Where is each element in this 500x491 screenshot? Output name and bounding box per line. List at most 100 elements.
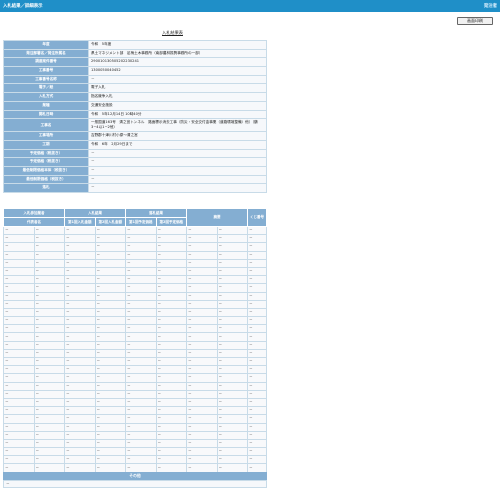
bid2-amount-header: 第2回入札金額 — [94, 217, 126, 227]
table-cell: － — [33, 389, 65, 399]
table-cell: － — [155, 250, 187, 260]
table-cell: － — [94, 242, 126, 252]
table-cell: － — [3, 258, 35, 268]
table-cell: － — [94, 348, 126, 359]
table-cell: － — [33, 438, 65, 449]
table-cell: － — [155, 234, 187, 244]
table-cell: － — [216, 422, 248, 432]
table-cell: － — [94, 316, 126, 326]
table-cell: － — [94, 283, 126, 293]
table-cell: － — [216, 356, 248, 367]
table-cell: － — [64, 438, 96, 449]
table-cell: － — [247, 422, 267, 432]
table-cell: － — [186, 414, 218, 424]
table-cell: － — [186, 406, 218, 416]
table-cell: － — [247, 275, 267, 285]
info-value: － — [88, 165, 267, 176]
table-cell: － — [186, 275, 218, 285]
table-cell: － — [186, 381, 218, 391]
table-cell: － — [94, 266, 126, 277]
table-cell: － — [3, 299, 35, 309]
info-value: 1300050040452 — [88, 66, 267, 76]
table-cell: － — [216, 234, 248, 244]
info-row: 最低制限価格（税抜き）－ — [3, 174, 267, 185]
table-cell: － — [186, 340, 218, 350]
table-cell: － — [64, 266, 96, 277]
info-label: 工事名 — [3, 118, 89, 133]
table-row: －－－－－－－－－ — [3, 414, 267, 424]
table-cell: － — [3, 250, 35, 260]
table-cell: － — [94, 275, 126, 285]
table-cell: － — [125, 316, 157, 326]
table-cell: － — [94, 422, 126, 432]
info-row: 予定価格（税抜き）－ — [3, 157, 267, 167]
bidder-group-header: 入札参加業者 — [3, 208, 65, 218]
table-cell: － — [3, 447, 35, 457]
table-cell: － — [3, 356, 35, 367]
table-cell: － — [247, 447, 267, 457]
table-cell: － — [94, 447, 126, 457]
table-row: －－－－－－－－－ — [3, 250, 267, 260]
table-cell: － — [64, 365, 96, 375]
table-cell: － — [247, 455, 267, 465]
info-value: 交通安全施設 — [88, 100, 267, 111]
table-cell: － — [94, 356, 126, 367]
table-cell: － — [33, 283, 65, 293]
info-label: 電子／紙 — [3, 83, 89, 94]
table-row: －－－－－－－－－ — [3, 422, 267, 432]
print-screen-button[interactable]: 画面印刷 — [457, 17, 493, 25]
info-label: 工事番号名称 — [3, 74, 89, 85]
table-cell: － — [247, 250, 267, 260]
table-cell: － — [33, 316, 65, 326]
table-cell: － — [64, 422, 96, 432]
table-cell: － — [94, 365, 126, 375]
table-cell: － — [94, 438, 126, 449]
table-cell: － — [33, 414, 65, 424]
table-cell: － — [125, 250, 157, 260]
table-cell: － — [186, 455, 218, 465]
info-value: 吉野郡十津川村小原～清之宮 — [88, 131, 267, 141]
table-cell: － — [33, 422, 65, 432]
table-cell: － — [3, 389, 35, 399]
table-row: －－－－－－－－－ — [3, 356, 267, 367]
table-cell: － — [94, 389, 126, 399]
table-cell: － — [247, 258, 267, 268]
table-cell: － — [247, 414, 267, 424]
info-row: 工事番号名称－ — [3, 74, 267, 85]
table-cell: － — [216, 324, 248, 334]
table-cell: － — [247, 324, 267, 334]
table-row: －－－－－－－－－ — [3, 340, 267, 350]
table-cell: － — [216, 266, 248, 277]
table-row: －－－－－－－－－ — [3, 283, 267, 293]
table-cell: － — [33, 447, 65, 457]
table-cell: － — [64, 283, 96, 293]
info-label: 調達案件番号 — [3, 57, 89, 68]
table-cell: － — [216, 307, 248, 318]
representative-header: 代表者名 — [3, 217, 65, 227]
table-cell: － — [125, 348, 157, 359]
table-row: －－－－－－－－－ — [3, 225, 267, 236]
table-cell: － — [155, 316, 187, 326]
table-row: －－－－－－－－－ — [3, 397, 267, 408]
table-cell: － — [216, 365, 248, 375]
info-value: 令和 6年 2月29日まで — [88, 139, 267, 150]
table-cell: － — [3, 266, 35, 277]
bid1-amount-header: 第1回入札金額 — [64, 217, 96, 227]
table-cell: － — [64, 348, 96, 359]
table-cell: － — [33, 381, 65, 391]
table-cell: － — [125, 397, 157, 408]
table-cell: － — [3, 373, 35, 383]
table-cell: － — [64, 234, 96, 244]
table-cell: － — [247, 348, 267, 359]
table-cell: － — [64, 356, 96, 367]
table-cell: － — [64, 373, 96, 383]
table-cell: － — [247, 340, 267, 350]
table-cell: － — [94, 225, 126, 236]
table-cell: － — [186, 430, 218, 440]
table-cell: － — [216, 455, 248, 465]
info-row: 電子／紙 電子入札 — [3, 83, 267, 94]
info-value: － — [88, 157, 267, 167]
table-row: －－－－－－－－－ — [3, 430, 267, 440]
table-row: －－－－－－－－－ — [3, 234, 267, 244]
table-cell: － — [33, 340, 65, 350]
